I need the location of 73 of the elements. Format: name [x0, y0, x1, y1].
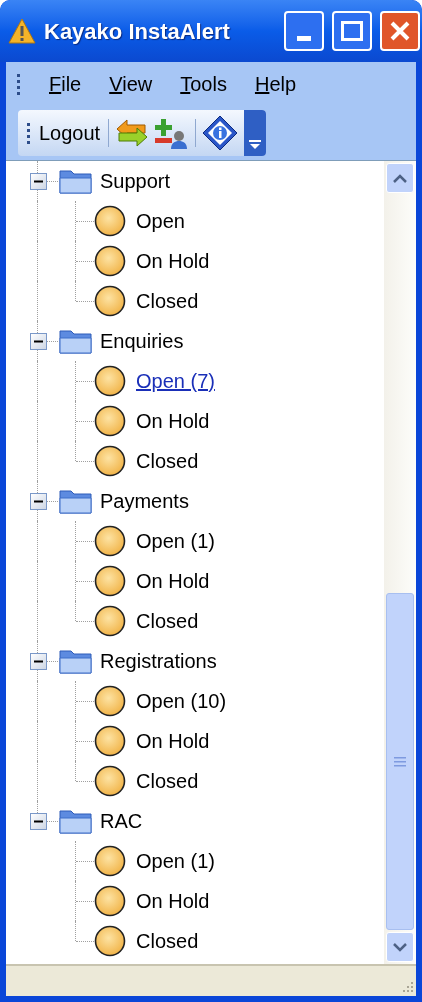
tree-item-label[interactable]: Closed — [136, 606, 199, 636]
scrollbar[interactable] — [384, 161, 416, 964]
grip-icon[interactable] — [26, 122, 31, 144]
circle-icon — [94, 725, 126, 757]
minimize-button[interactable] — [284, 11, 324, 51]
minimize-icon — [297, 36, 311, 41]
overflow-button[interactable] — [244, 110, 267, 156]
collapse-toggle[interactable] — [29, 652, 47, 670]
tree-item-label[interactable]: On Hold — [136, 246, 210, 276]
tree-item-label[interactable]: Open (10) — [136, 686, 227, 716]
menu-item[interactable]: View — [109, 69, 153, 99]
tree-item-label[interactable]: On Hold — [136, 566, 210, 596]
tree-folder-label[interactable]: Enquiries — [100, 326, 184, 356]
add-user-icon[interactable] — [155, 117, 190, 149]
menu-item[interactable]: File — [49, 69, 82, 99]
scroll-down-button[interactable] — [386, 932, 414, 962]
circle-icon — [94, 525, 126, 557]
scrollbar-thumb[interactable] — [386, 593, 414, 930]
grip-icon[interactable] — [16, 73, 21, 95]
collapse-toggle[interactable] — [29, 812, 47, 830]
chevron-up-icon — [393, 173, 407, 183]
resize-grip-icon[interactable] — [400, 980, 414, 994]
circle-icon — [94, 605, 126, 637]
folder-icon — [58, 167, 94, 195]
logout-button[interactable]: Logout — [37, 118, 103, 148]
circle-icon — [94, 565, 126, 597]
folder-icon — [58, 807, 94, 835]
chevron-down-icon — [249, 140, 262, 150]
circle-icon — [94, 885, 126, 917]
circle-icon — [94, 365, 126, 397]
tree-item-label[interactable]: Closed — [136, 286, 199, 316]
tree-item-label[interactable]: Open — [136, 206, 185, 236]
tree-item-label[interactable]: Open (7) — [136, 366, 215, 396]
tree-item-label[interactable]: Open (1) — [136, 526, 215, 556]
folder-icon — [58, 327, 94, 355]
tree-item-label[interactable]: On Hold — [136, 726, 210, 756]
maximize-icon — [341, 21, 363, 41]
circle-icon — [94, 925, 126, 957]
folder-icon — [58, 487, 94, 515]
tree-item-label[interactable]: Open (1) — [136, 846, 215, 876]
close-button[interactable] — [380, 11, 420, 51]
tree-folder-label[interactable]: RAC — [100, 806, 143, 836]
tree-item-label[interactable]: On Hold — [136, 406, 210, 436]
circle-icon — [94, 765, 126, 797]
close-icon — [390, 21, 410, 41]
menu-item[interactable]: Tools — [180, 69, 227, 99]
circle-icon — [94, 445, 126, 477]
folder-icon — [58, 647, 94, 675]
menu-item[interactable]: Help — [254, 69, 297, 99]
tree-item-label[interactable]: Closed — [136, 926, 199, 956]
circle-icon — [94, 285, 126, 317]
tree-folder-label[interactable]: Registrations — [100, 646, 217, 676]
collapse-toggle[interactable] — [29, 332, 47, 350]
warning-icon — [8, 18, 36, 44]
circle-icon — [94, 845, 126, 877]
tree-item-label[interactable]: Closed — [136, 766, 199, 796]
circle-icon — [94, 685, 126, 717]
chevron-down-icon — [393, 942, 407, 952]
circle-icon — [94, 245, 126, 277]
circle-icon — [94, 405, 126, 437]
maximize-button[interactable] — [332, 11, 372, 51]
scroll-up-button[interactable] — [386, 163, 414, 193]
collapse-toggle[interactable] — [29, 172, 47, 190]
grip-lines-icon — [394, 756, 406, 767]
info-icon[interactable] — [202, 115, 239, 151]
tree-folder-label[interactable]: Payments — [100, 486, 189, 516]
circle-icon — [94, 205, 126, 237]
collapse-toggle[interactable] — [29, 492, 47, 510]
window-title: Kayako InstaAlert — [44, 17, 231, 46]
tree-item-label[interactable]: On Hold — [136, 886, 210, 916]
tree-item-label[interactable]: Closed — [136, 446, 199, 476]
tree-folder-label[interactable]: Support — [100, 166, 171, 196]
swap-arrows-icon[interactable] — [115, 118, 150, 148]
